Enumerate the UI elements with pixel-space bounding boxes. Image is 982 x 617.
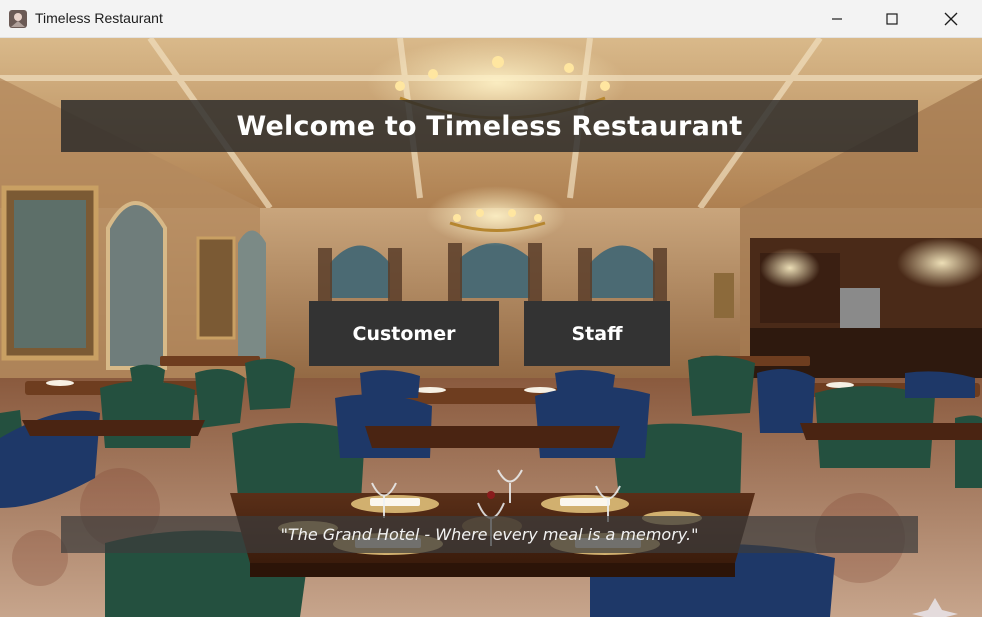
title-bar: Timeless Restaurant <box>0 0 982 38</box>
tagline-text: "The Grand Hotel - Where every meal is a… <box>280 525 699 544</box>
tagline-bar: "The Grand Hotel - Where every meal is a… <box>61 516 918 553</box>
window-title: Timeless Restaurant <box>35 10 163 26</box>
staff-button[interactable]: Staff <box>524 301 670 366</box>
minimize-icon <box>831 13 843 25</box>
close-button[interactable] <box>922 0 980 38</box>
welcome-heading: Welcome to Timeless Restaurant <box>236 110 743 142</box>
app-window-icon <box>8 9 28 29</box>
maximize-button[interactable] <box>863 0 921 38</box>
main-panel: Welcome to Timeless Restaurant Customer … <box>0 38 982 617</box>
close-icon <box>944 12 958 26</box>
welcome-banner: Welcome to Timeless Restaurant <box>61 100 918 152</box>
maximize-icon <box>886 13 898 25</box>
customer-button[interactable]: Customer <box>309 301 499 366</box>
minimize-button[interactable] <box>808 0 866 38</box>
